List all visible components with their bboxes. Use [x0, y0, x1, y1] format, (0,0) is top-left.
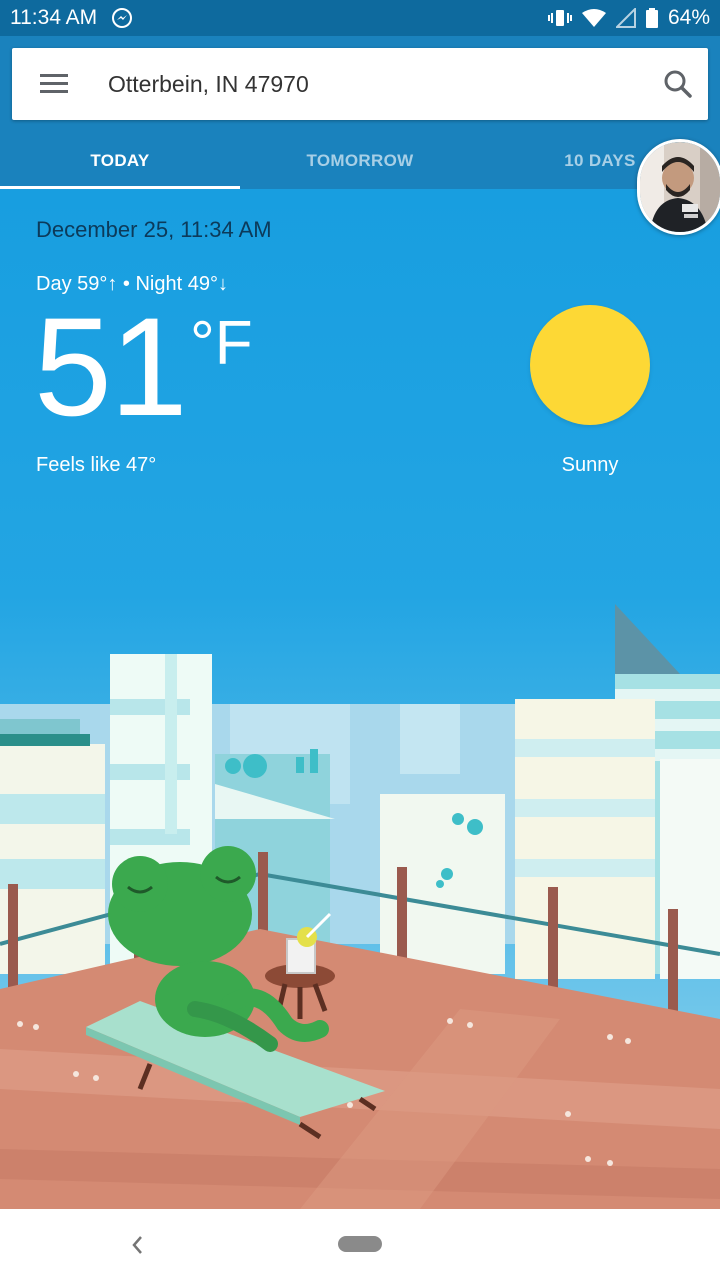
- weather-panel: December 25, 11:34 AM Day 59°↑ • Night 4…: [0, 189, 720, 1209]
- temperature-unit-toggle[interactable]: °F: [190, 313, 253, 375]
- back-icon: [132, 1236, 142, 1254]
- messenger-icon: [111, 7, 133, 29]
- weather-illustration: [0, 604, 720, 1209]
- date-time: December 25, 11:34 AM: [36, 217, 272, 242]
- status-bar: 11:34 AM 64%: [0, 0, 720, 36]
- search-button[interactable]: [662, 68, 694, 100]
- battery-icon: [645, 8, 658, 28]
- feels-like: Feels like 47°: [36, 454, 157, 476]
- avatar[interactable]: [637, 139, 720, 235]
- tab-today[interactable]: TODAY: [0, 132, 240, 189]
- wifi-icon: [581, 8, 606, 28]
- app-header: TODAY TOMORROW 10 DAYS: [0, 36, 720, 189]
- location-input[interactable]: [108, 48, 628, 120]
- menu-button[interactable]: [38, 71, 70, 97]
- signal-icon: [615, 8, 636, 28]
- avatar-photo: [640, 142, 720, 232]
- tab-label: TOMORROW: [306, 150, 414, 170]
- tab-label: 10 DAYS: [564, 150, 636, 170]
- menu-icon: [40, 74, 68, 77]
- menu-icon-line: [40, 90, 68, 93]
- menu-icon-line: [40, 82, 68, 85]
- search-bar: [12, 48, 708, 120]
- search-icon: [664, 70, 692, 98]
- vibrate-icon: [547, 8, 572, 28]
- navigation-bar: [0, 1209, 720, 1280]
- tab-tomorrow[interactable]: TOMORROW: [240, 132, 480, 189]
- back-button[interactable]: [120, 1227, 156, 1263]
- home-button[interactable]: [338, 1236, 382, 1252]
- sun-icon: [530, 305, 650, 425]
- status-time: 11:34 AM: [10, 6, 98, 29]
- condition-label: Sunny: [561, 454, 619, 476]
- tab-label: TODAY: [90, 150, 150, 170]
- battery-percent: 64%: [667, 6, 710, 29]
- current-temperature: 51: [34, 288, 188, 445]
- day-tabs: TODAY TOMORROW 10 DAYS: [0, 132, 720, 189]
